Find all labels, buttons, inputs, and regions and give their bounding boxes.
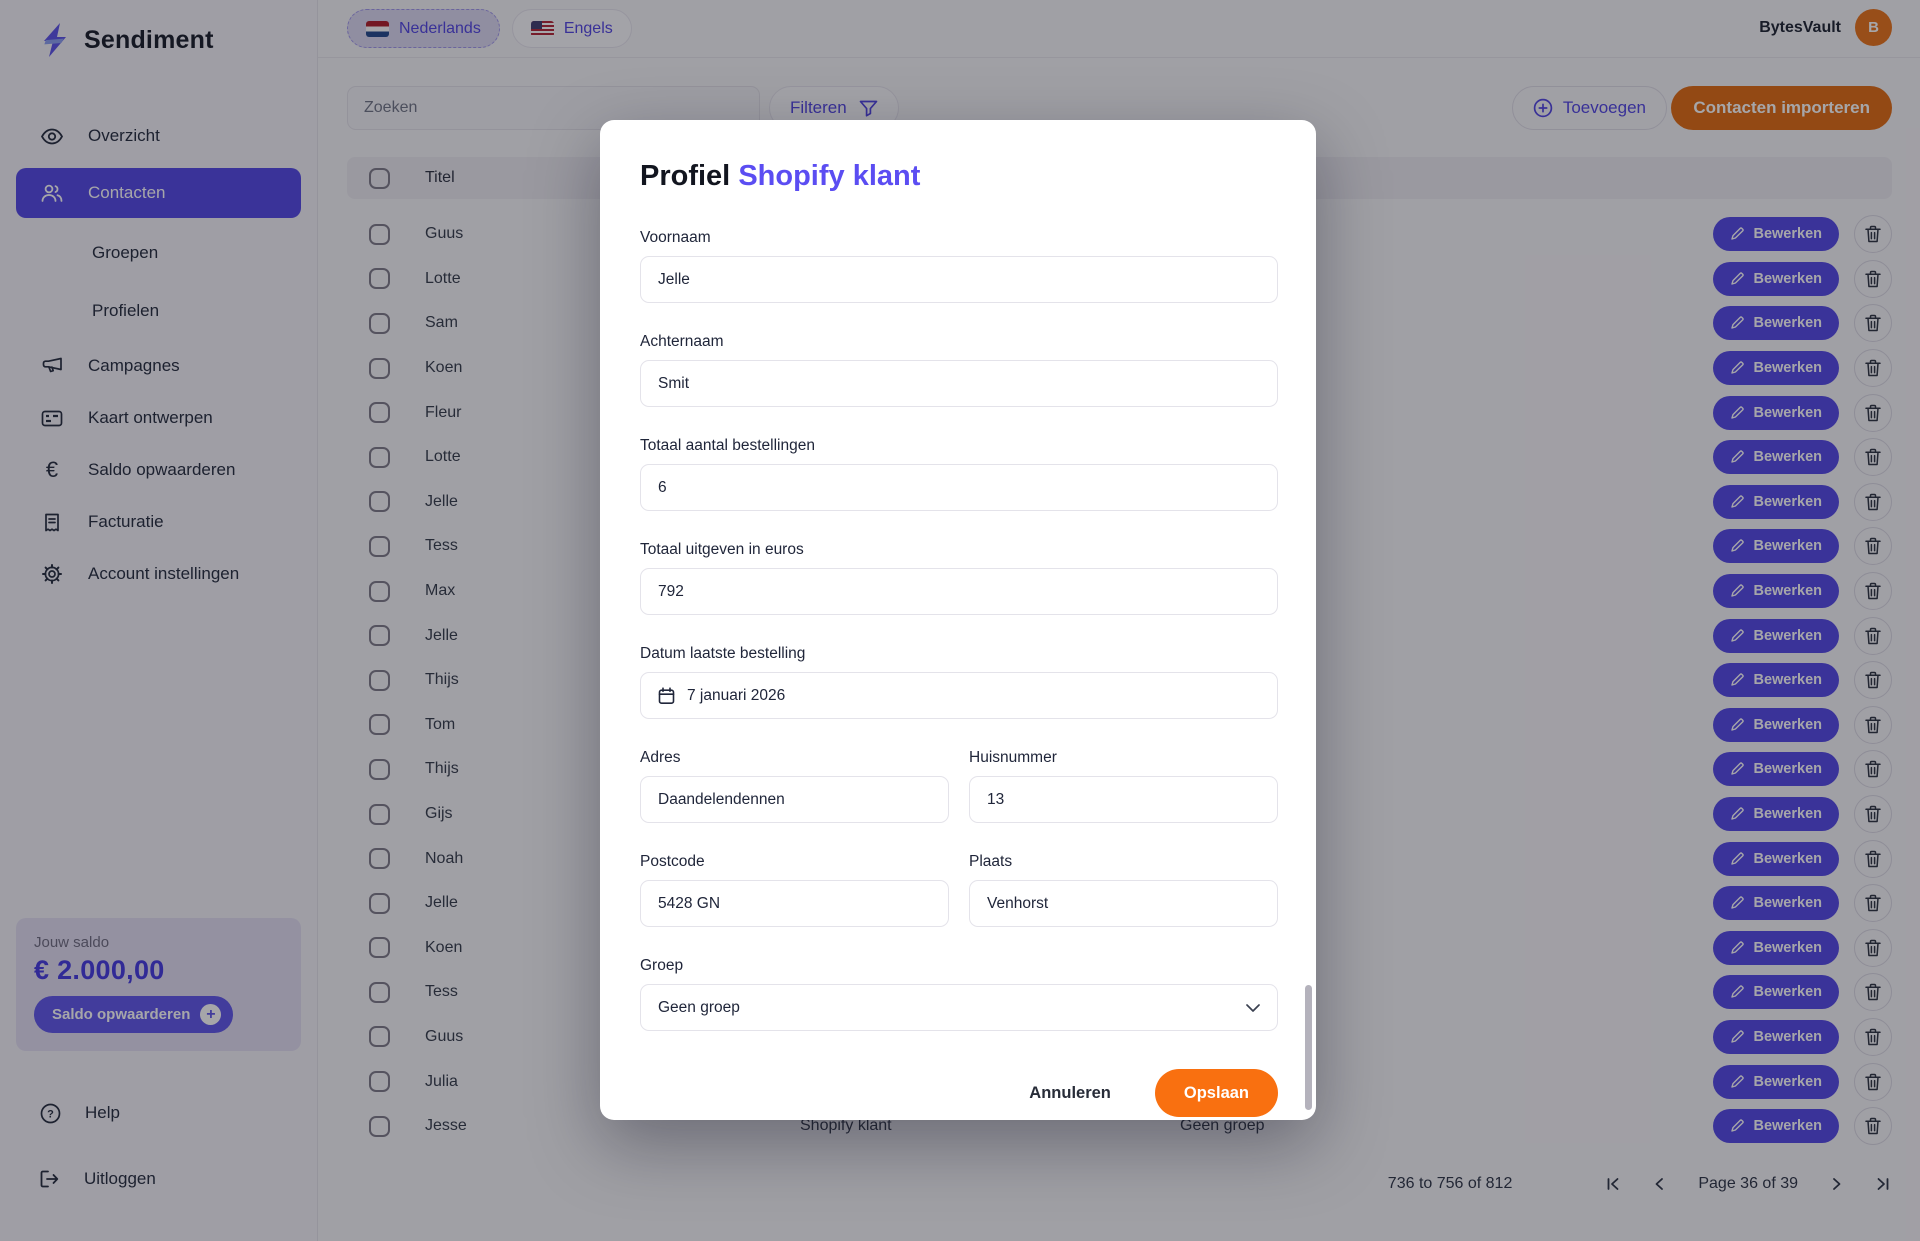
field-label: Plaats	[969, 853, 1278, 871]
field-voornaam: Voornaam	[640, 229, 1278, 303]
save-button[interactable]: Opslaan	[1155, 1069, 1278, 1117]
totaal-uitgegeven-input[interactable]	[640, 568, 1278, 615]
voornaam-input[interactable]	[640, 256, 1278, 303]
modal-scrollbar[interactable]	[1305, 985, 1312, 1110]
achternaam-input[interactable]	[640, 360, 1278, 407]
field-label: Groep	[640, 957, 1278, 975]
postcode-input[interactable]	[640, 880, 949, 927]
huisnummer-input[interactable]	[969, 776, 1278, 823]
chevron-down-icon	[1246, 1004, 1260, 1012]
groep-select[interactable]: Geen groep	[640, 984, 1278, 1031]
profile-modal: Profiel Shopify klant Voornaam Achternaa…	[600, 120, 1316, 1120]
cancel-button[interactable]: Annuleren	[1029, 1084, 1111, 1103]
groep-selected-value: Geen groep	[658, 999, 740, 1017]
calendar-icon	[658, 687, 675, 705]
adres-input[interactable]	[640, 776, 949, 823]
modal-title: Profiel Shopify klant	[640, 160, 1278, 193]
field-postcode: Postcode	[640, 853, 949, 927]
totaal-bestellingen-input[interactable]	[640, 464, 1278, 511]
plaats-input[interactable]	[969, 880, 1278, 927]
field-adres: Adres	[640, 749, 949, 823]
field-label: Totaal aantal bestellingen	[640, 437, 1278, 455]
field-totaal-uitgegeven: Totaal uitgeven in euros	[640, 541, 1278, 615]
date-picker-input[interactable]: 7 januari 2026	[640, 672, 1278, 719]
field-label: Achternaam	[640, 333, 1278, 351]
field-huisnummer: Huisnummer	[969, 749, 1278, 823]
field-totaal-bestellingen: Totaal aantal bestellingen	[640, 437, 1278, 511]
field-label: Huisnummer	[969, 749, 1278, 767]
modal-title-prefix: Profiel	[640, 160, 738, 192]
field-label: Voornaam	[640, 229, 1278, 247]
modal-title-highlight: Shopify klant	[738, 160, 920, 192]
field-datum-laatste-bestelling: Datum laatste bestelling 7 januari 2026	[640, 645, 1278, 719]
field-label: Totaal uitgeven in euros	[640, 541, 1278, 559]
field-plaats: Plaats	[969, 853, 1278, 927]
field-label: Datum laatste bestelling	[640, 645, 1278, 663]
field-groep: Groep Geen groep	[640, 957, 1278, 1031]
field-label: Postcode	[640, 853, 949, 871]
date-value: 7 januari 2026	[687, 687, 785, 705]
field-achternaam: Achternaam	[640, 333, 1278, 407]
field-label: Adres	[640, 749, 949, 767]
